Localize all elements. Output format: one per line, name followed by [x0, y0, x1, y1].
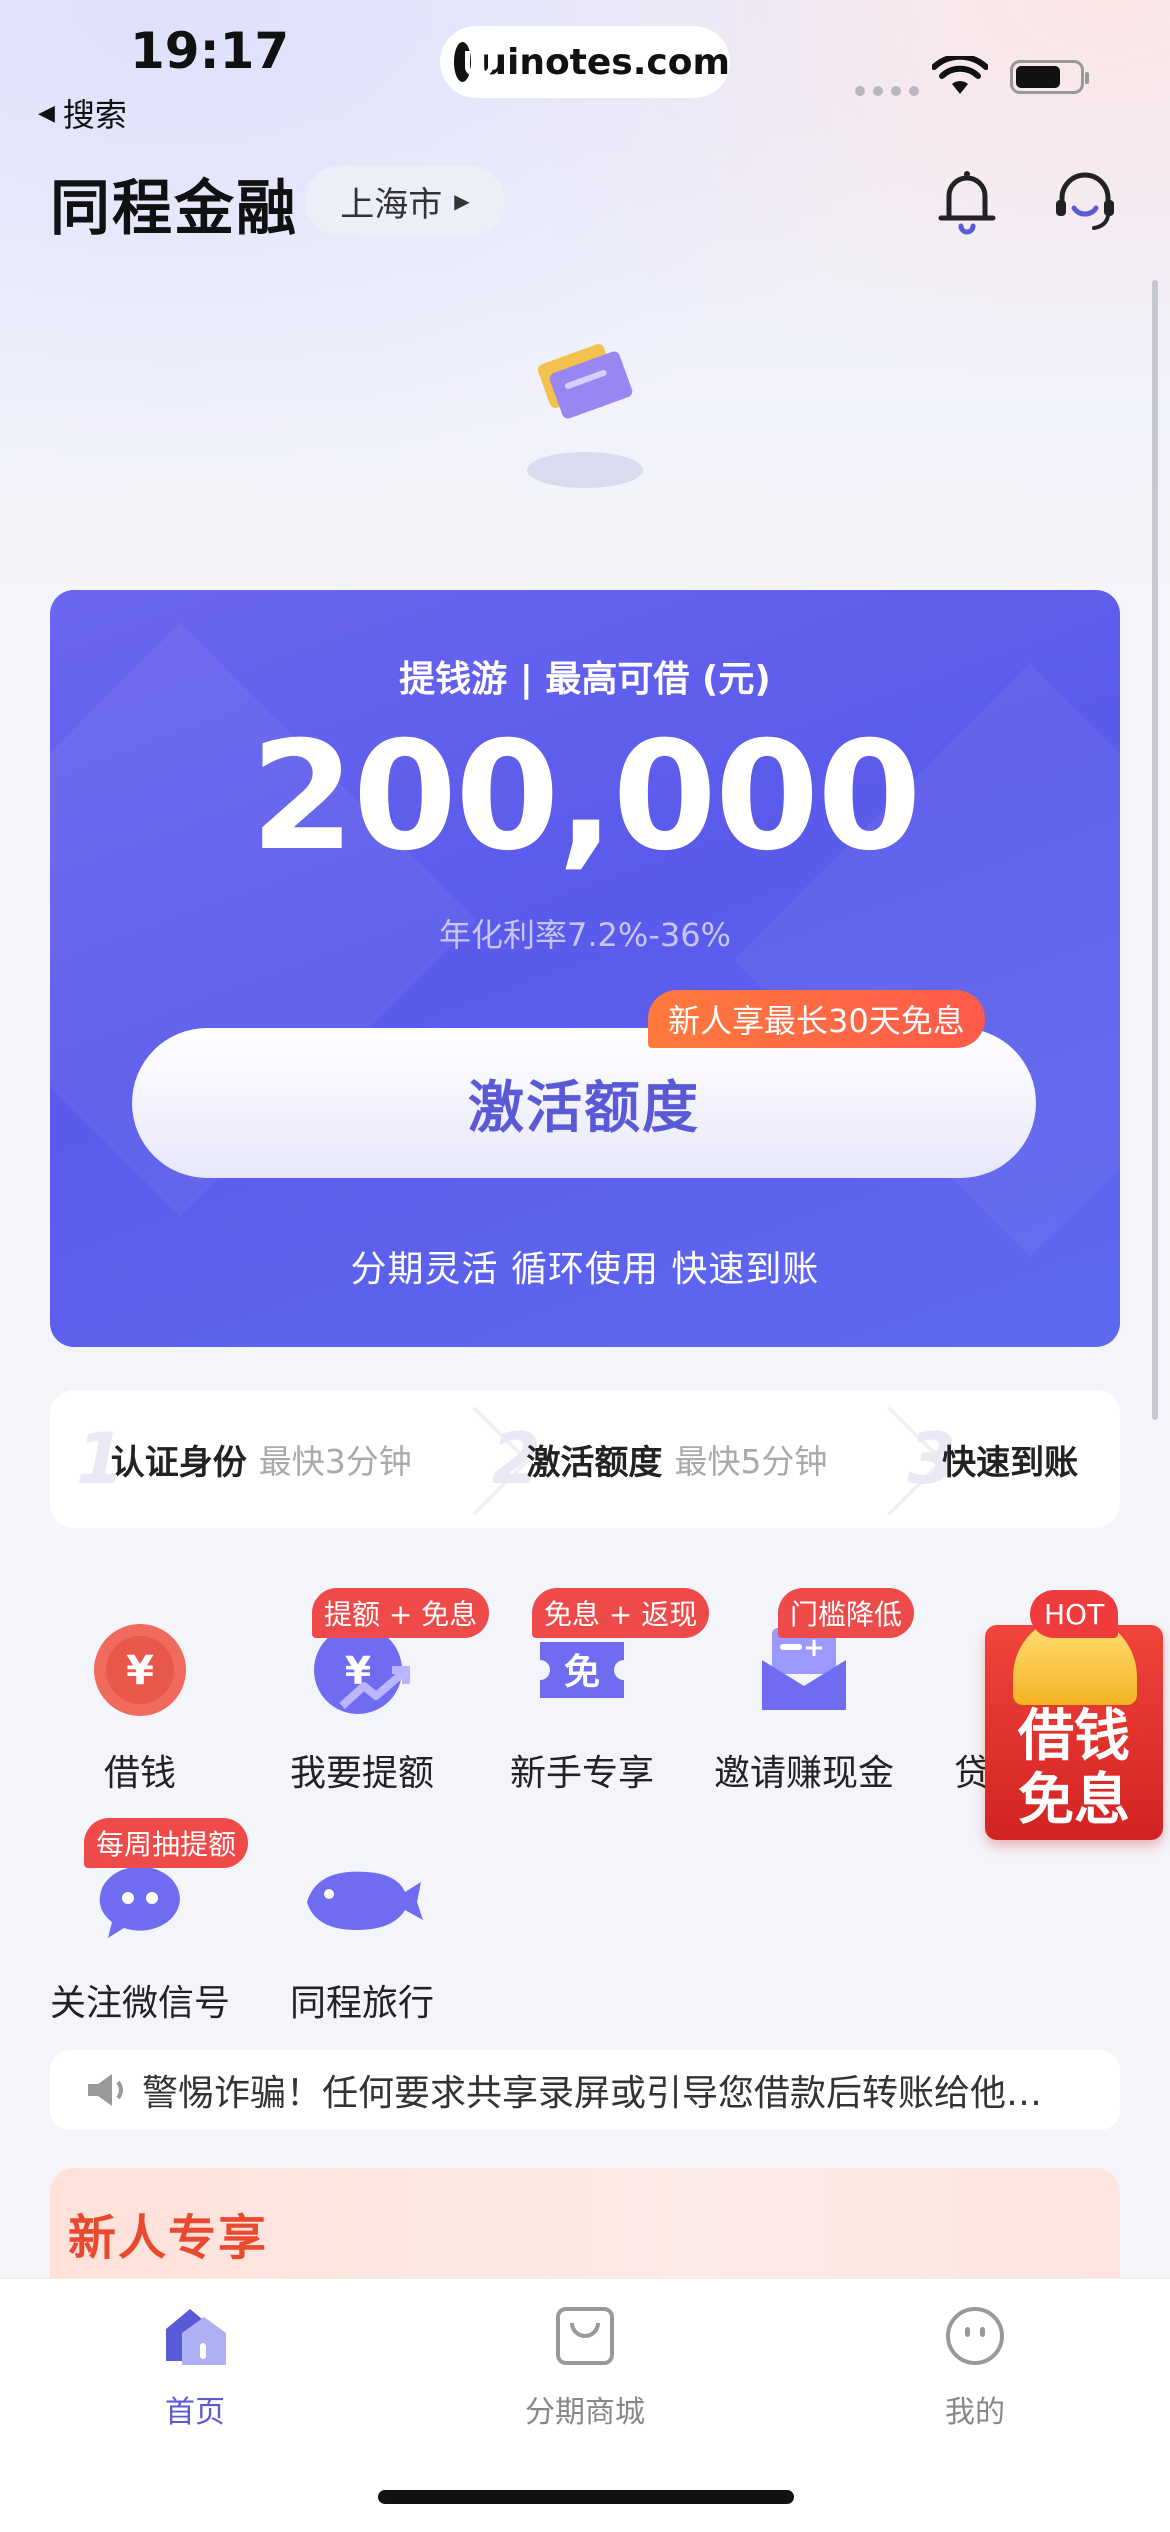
back-to-search-link[interactable]: ◀ 搜索 [38, 90, 127, 136]
credit-card-illustration [527, 344, 643, 488]
tab-label: 首页 [165, 2395, 225, 2430]
max-credit-amount: 200,000 [250, 710, 921, 884]
card-subtitle: 提钱游 | 最高可借 (元) [399, 659, 771, 700]
bell-icon[interactable] [935, 166, 999, 238]
step-name: 激活额度 [526, 1442, 663, 1483]
follow-wechat-badge: 每周抽提额 [84, 1818, 249, 1868]
grid-item-borrow[interactable]: ¥ 借钱 [40, 1620, 240, 1796]
grid-label: 邀请赚现金 [713, 1753, 894, 1794]
step-name: 认证身份 [110, 1442, 247, 1483]
step-hint: 最快5分钟 [674, 1442, 828, 1481]
grid-item-invite-cash[interactable]: + 邀请赚现金 [704, 1620, 904, 1796]
profile-face-icon [946, 2307, 1004, 2365]
scrollbar[interactable] [1152, 280, 1158, 1420]
city-name: 上海市 [340, 184, 443, 225]
yuan-coin-icon: ¥ [94, 1624, 186, 1716]
newbie-section: 新人专享 [50, 2168, 1120, 2288]
step-activate-limit: 2 激活额度 最快5分钟 [492, 1390, 828, 1528]
step-hint: 最快3分钟 [258, 1442, 412, 1481]
wifi-icon [932, 56, 988, 94]
url-text: uinotes.com [481, 41, 730, 83]
svg-text:免: 免 [564, 1652, 600, 1693]
back-label: 搜索 [62, 96, 127, 134]
step-name: 快速到账 [942, 1442, 1079, 1483]
home-icon [166, 2309, 226, 2365]
grid-label: 关注微信号 [49, 1983, 230, 2024]
grid-item-newbie-exclusive[interactable]: 免 新手专享 [482, 1620, 682, 1796]
grid-label: 我要提额 [289, 1753, 434, 1794]
grid-item-tongcheng-travel[interactable]: 同程旅行 [262, 1850, 462, 2026]
tab-installment-mall[interactable]: 分期商城 [485, 2303, 685, 2431]
step-divider [442, 1390, 492, 1528]
newbie-exclusive-badge: 免息 + 返现 [532, 1588, 710, 1638]
activate-limit-button[interactable]: 激活额度 [132, 1028, 1036, 1178]
process-steps: 1 认证身份 最快3分钟 2 激活额度 最快5分钟 3 快速到账 [50, 1390, 1120, 1528]
app-title: 同程金融 [50, 174, 298, 244]
caret-right-icon: ▶ [454, 189, 470, 213]
status-time: 19:17 [130, 22, 290, 80]
newbie-promo-tag: 新人享最长30天免息 [648, 990, 985, 1048]
card-footer-text: 分期灵活 循环使用 快速到账 [350, 1249, 820, 1290]
tab-label: 我的 [945, 2395, 1005, 2430]
site-logo-icon [454, 42, 494, 82]
fraud-warning-notice[interactable]: 警惕诈骗！任何要求共享录屏或引导您借款后转账给他… [50, 2050, 1120, 2130]
borrow-interest-free-ad[interactable]: 借钱 免息 [985, 1615, 1163, 1840]
customer-service-icon[interactable] [1050, 166, 1120, 236]
whale-icon [307, 1871, 423, 1930]
svg-text:¥: ¥ [126, 1648, 154, 1694]
shopping-bag-icon [556, 2307, 614, 2365]
invite-cash-badge: 门槛降低 [778, 1588, 915, 1638]
raise-limit-badge: 提额 + 免息 [312, 1588, 490, 1638]
step-fast-arrival: 3 快速到账 [907, 1390, 1078, 1528]
grid-item-raise-limit[interactable]: ¥ 我要提额 [262, 1620, 462, 1796]
grid-item-follow-wechat[interactable]: 关注微信号 [40, 1850, 240, 2026]
grid-label: 同程旅行 [289, 1983, 434, 2024]
ad-text-line1: 借钱 [1018, 1704, 1130, 1769]
newbie-section-title: 新人专享 [68, 2210, 269, 2266]
tab-label: 分期商城 [525, 2395, 645, 2430]
interest-rate-text: 年化利率7.2%-36% [439, 916, 731, 954]
back-arrow-icon: ◀ [38, 100, 55, 126]
tab-mine[interactable]: 我的 [875, 2303, 1075, 2431]
battery-icon [1010, 60, 1089, 94]
cellular-signal-icon [855, 86, 919, 96]
speaker-icon [88, 2074, 123, 2106]
tab-home[interactable]: 首页 [95, 2303, 295, 2431]
credit-limit-card: 提钱游 | 最高可借 (元) 200,000 年化利率7.2%-36% 激活额度… [50, 590, 1120, 1347]
hot-badge: HOT [1030, 1590, 1119, 1638]
grid-label: 借钱 [103, 1753, 176, 1794]
grid-label: 新手专享 [509, 1753, 654, 1794]
ad-text-line2: 免息 [1018, 1768, 1130, 1833]
city-selector[interactable]: 上海市 ▶ [305, 166, 505, 236]
step-divider [857, 1390, 907, 1528]
notice-text: 警惕诈骗！任何要求共享录屏或引导您借款后转账给他… [142, 2073, 1043, 2114]
step-verify-identity: 1 认证身份 最快3分钟 [76, 1390, 412, 1528]
url-pill[interactable]: uinotes.com [440, 26, 730, 98]
home-indicator [378, 2490, 794, 2504]
